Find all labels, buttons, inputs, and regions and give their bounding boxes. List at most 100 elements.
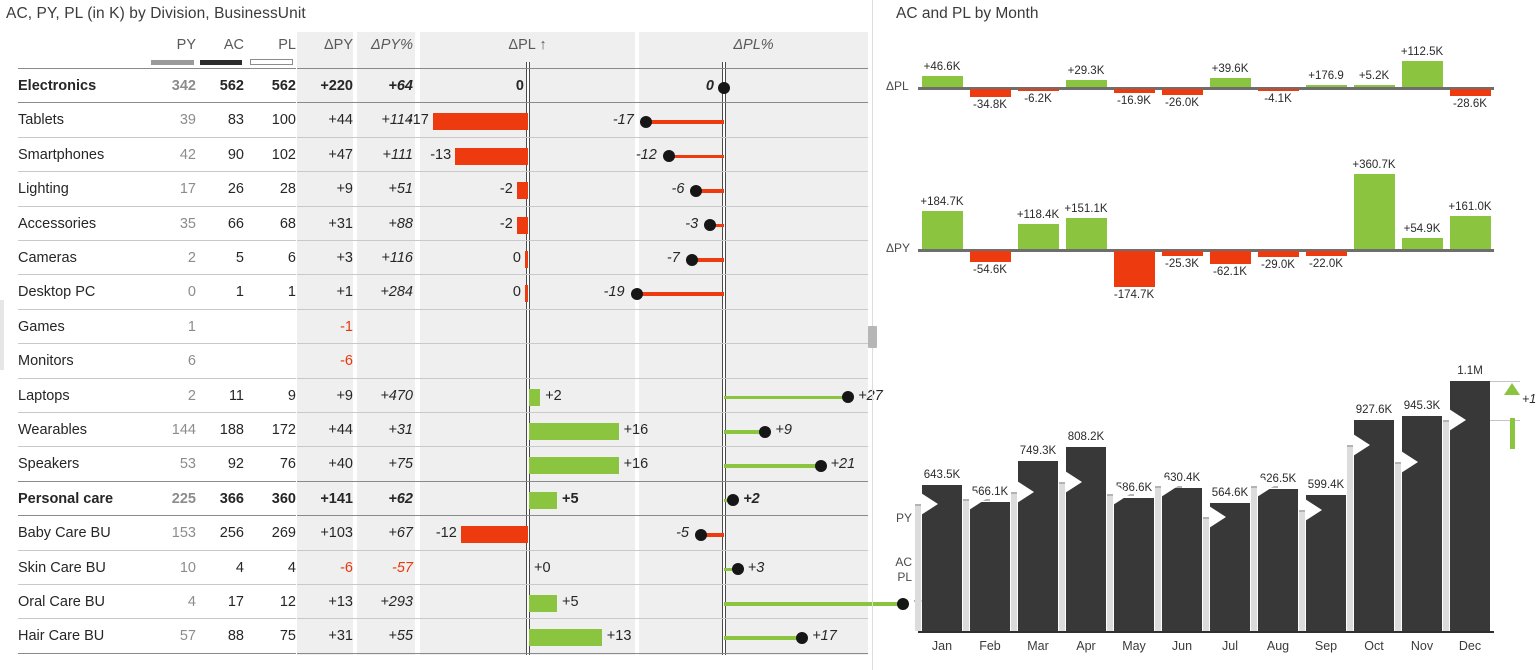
axis-label-py: PY bbox=[895, 511, 912, 525]
table-row[interactable]: Monitors 6 -6 bbox=[0, 345, 868, 379]
cell-py: 153 bbox=[171, 525, 196, 542]
table-row[interactable]: Lighting 17 26 28 +9 +51 -2 -6 bbox=[0, 173, 868, 207]
py-marker-Oct bbox=[1347, 444, 1353, 631]
cell-dpy: +220 bbox=[320, 78, 353, 94]
bar-Aug bbox=[1257, 251, 1299, 258]
table-row[interactable]: Baby Care BU 153 256 269 +103 +67 -12 -5 bbox=[0, 517, 868, 551]
table-row[interactable]: Hair Care BU 57 88 75 +31 +55 +13 +17 bbox=[0, 620, 868, 654]
dashboard-root: AC, PY, PL (in K) by Division, BusinessU… bbox=[0, 0, 1536, 670]
cell-dpy: +31 bbox=[328, 628, 353, 645]
cell-pl: 172 bbox=[271, 422, 296, 438]
table-header-row: PY AC PL ΔPY ΔPY% ΔPL ↑ ΔPL% bbox=[0, 32, 868, 70]
row-rule bbox=[297, 68, 868, 69]
dpl-bar-positive bbox=[529, 491, 557, 509]
cell-ac: 88 bbox=[227, 628, 244, 645]
cell-name: Lighting bbox=[18, 181, 69, 198]
row-rule bbox=[297, 549, 868, 551]
header-dpl: ΔPL ↑ bbox=[508, 37, 547, 53]
cell-name: Laptops bbox=[18, 387, 70, 404]
right-panel: AC and PL by Month ΔPL +46.6K -34.8K -6.2K +… bbox=[876, 0, 1536, 670]
table-row[interactable]: Laptops 2 11 9 +9 +470 +2 +27 bbox=[0, 380, 883, 414]
dpl-pct-dot bbox=[842, 391, 855, 404]
left-panel: AC, PY, PL (in K) by Division, BusinessU… bbox=[0, 0, 938, 670]
table-row[interactable]: Speakers 53 92 76 +40 +75 +16 +21 bbox=[0, 448, 868, 482]
cell-ac: 366 bbox=[219, 490, 244, 507]
py-triangle-Jul bbox=[1209, 506, 1226, 529]
row-rule bbox=[18, 274, 296, 276]
table-row[interactable]: Desktop PC 0 1 1 +1 +284 0 -19 bbox=[0, 276, 868, 310]
bar-Feb bbox=[969, 251, 1011, 263]
table-row[interactable]: Tablets 39 83 100 +44 +114 -17 -17 bbox=[0, 104, 868, 138]
py-triangle-Sep bbox=[1305, 499, 1322, 522]
cell-name: Skin Care BU bbox=[18, 559, 106, 576]
table-row[interactable]: Smartphones 42 90 102 +47 +111 -13 -12 bbox=[0, 139, 868, 173]
cell-name: Electronics bbox=[18, 78, 97, 94]
cell-name: Hair Care BU bbox=[18, 628, 105, 645]
py-triangle-Oct bbox=[1353, 433, 1370, 456]
dpl-bar-negative bbox=[432, 113, 528, 131]
py-marker-Apr bbox=[1059, 481, 1065, 631]
dpl-pct-dot bbox=[630, 287, 643, 300]
header-marker-pl bbox=[250, 59, 293, 65]
row-rule bbox=[297, 308, 868, 310]
cell-dpyp: +116 bbox=[381, 250, 413, 266]
row-rule bbox=[18, 549, 296, 551]
cell-dpy: +44 bbox=[328, 422, 353, 438]
dpl-bar-label: -2 bbox=[499, 181, 513, 198]
variance-arrow-label: +18.3% bbox=[1522, 392, 1536, 407]
bar-Jun bbox=[1161, 251, 1203, 257]
cell-py: 17 bbox=[179, 181, 196, 198]
dpl-pct-dot bbox=[727, 494, 740, 507]
dpl-pct-dot bbox=[718, 81, 730, 94]
dpl-pct-label: -6 bbox=[671, 181, 685, 198]
bar-Jan bbox=[921, 76, 963, 87]
variance-guide-top bbox=[1490, 381, 1520, 382]
table-row[interactable]: Oral Care BU41712+13+293+5+39 bbox=[0, 586, 938, 620]
bar-label-Aug: -4.1K bbox=[1264, 93, 1292, 105]
bar-label-Apr: +151.1K bbox=[1064, 202, 1108, 215]
bar-Oct bbox=[1353, 85, 1395, 87]
cell-ac: 5 bbox=[235, 250, 244, 266]
cell-dpyp: +75 bbox=[388, 456, 413, 473]
py-marker-Aug bbox=[1251, 485, 1257, 631]
table-row[interactable]: Cameras 2 5 6 +3 +116 0 -7 bbox=[0, 242, 868, 276]
cell-name: Accessories bbox=[18, 215, 97, 232]
cell-ac: 188 bbox=[219, 422, 244, 438]
py-marker-Mar bbox=[1011, 492, 1017, 631]
bar-Nov bbox=[1401, 61, 1443, 87]
dpl-pct-dot bbox=[639, 115, 652, 128]
dpl-bar-negative bbox=[516, 216, 528, 234]
table-row[interactable]: Wearables 144 188 172 +44 +31 +16 +9 bbox=[0, 414, 868, 448]
table-row[interactable]: Skin Care BU 10 4 4 -6 -57 +0 +3 bbox=[0, 552, 868, 586]
cell-py: 225 bbox=[171, 490, 196, 507]
cell-dpyp: +31 bbox=[388, 422, 413, 438]
row-rule bbox=[297, 136, 868, 138]
cell-py: 2 bbox=[187, 250, 196, 266]
table-row[interactable]: Electronics 342 562 562 +220 +64 0 0 bbox=[0, 70, 868, 104]
row-rule bbox=[18, 240, 296, 241]
cell-ac: 83 bbox=[227, 112, 244, 129]
variance-arrow-head bbox=[1504, 383, 1520, 395]
row-rule bbox=[18, 584, 296, 585]
bar-Oct bbox=[1353, 174, 1395, 249]
row-rule bbox=[18, 515, 296, 517]
bar-label-Jun: -26.0K bbox=[1165, 97, 1199, 109]
table-row[interactable]: Games 1 -1 bbox=[0, 311, 868, 345]
row-rule bbox=[18, 446, 296, 448]
cell-py: 0 bbox=[187, 284, 196, 301]
table-row[interactable]: Personal care 225 366 360 +141 +62 +5 +2 bbox=[0, 483, 868, 517]
cell-name: Games bbox=[18, 318, 65, 335]
dpy-by-month-chart: ΔPY +184.7K -54.6K +118.4K +151.1K -174.7K -25… bbox=[876, 125, 1536, 310]
cell-dpyp: +470 bbox=[380, 387, 413, 404]
dpl-bar-label: +16 bbox=[623, 456, 649, 473]
dpl-pct-dot bbox=[731, 563, 744, 576]
variance-guide-bottom bbox=[1490, 419, 1520, 421]
row-rule bbox=[18, 412, 296, 413]
bar-Mar bbox=[1017, 224, 1059, 249]
bar-Jun bbox=[1161, 89, 1203, 95]
ac-pl-bar-Nov bbox=[1402, 416, 1442, 631]
table-row[interactable]: Accessories 35 66 68 +31 +88 -2 -3 bbox=[0, 208, 868, 242]
bar-label-Feb: -54.6K bbox=[973, 264, 1007, 277]
dpl-bar-label: +13 bbox=[606, 628, 632, 645]
variance-arrow-stem bbox=[1510, 417, 1515, 449]
